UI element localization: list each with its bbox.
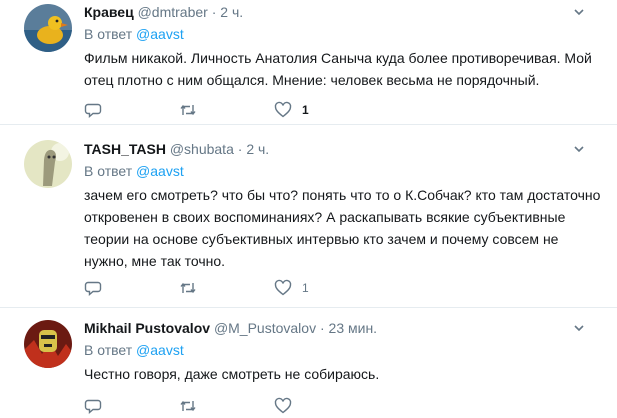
separator: · [237,141,243,157]
tweet: TASH_TASH @shubata · 2 ч. В ответ @aavst… [0,124,617,308]
reply-prefix: В ответ [84,163,133,179]
chevron-down-icon[interactable] [573,322,585,334]
separator: · [211,4,217,20]
timestamp[interactable]: 2 ч. [246,141,269,157]
tweet-header: TASH_TASH @shubata · 2 ч. [84,141,601,158]
chevron-down-icon[interactable] [573,143,585,155]
like-button[interactable] [274,396,369,416]
retweet-icon [180,104,196,116]
reply-button[interactable] [84,100,179,120]
avatar[interactable] [24,4,72,52]
tweet-header: Кравец @dmtraber · 2 ч. [84,4,601,21]
heart-icon [274,101,292,118]
retweet-icon [180,282,196,294]
reply-button[interactable] [84,396,179,416]
avatar[interactable] [24,320,72,368]
timestamp[interactable]: 23 мин. [329,320,378,336]
like-button[interactable]: 1 [274,278,369,298]
reply-button[interactable] [84,278,179,298]
heart-icon [274,279,292,296]
reply-context: В ответ @aavst [84,162,601,180]
author-name[interactable]: TASH_TASH [84,141,166,157]
like-button[interactable]: 1 [274,100,369,120]
author-name[interactable]: Mikhail Pustovalov [84,320,210,336]
like-count: 1 [302,281,309,295]
timestamp[interactable]: 2 ч. [220,4,243,20]
reply-icon [84,281,102,297]
author-handle[interactable]: @dmtraber [138,4,208,20]
reply-handle-link[interactable]: @aavst [136,163,184,179]
tweet-text: зачем его смотреть? что бы что? понять ч… [84,187,601,269]
reply-handle-link[interactable]: @aavst [136,342,184,358]
tweet: Кравец @dmtraber · 2 ч. В ответ @aavst Ф… [0,0,617,124]
reply-context: В ответ @aavst [84,341,601,359]
tweet-text: Честно говоря, даже смотреть не собираюс… [84,366,380,382]
retweet-button[interactable] [179,278,274,298]
chevron-down-icon[interactable] [573,6,585,18]
tweet-actions: 1 [84,278,369,298]
reply-prefix: В ответ [84,26,133,42]
reply-icon [84,399,102,415]
reply-handle-link[interactable]: @aavst [136,26,184,42]
reply-icon [84,103,102,119]
like-count: 1 [302,103,309,117]
tweet: Mikhail Pustovalov @M_Pustovalov · 23 ми… [0,307,617,418]
reply-prefix: В ответ [84,342,133,358]
author-handle[interactable]: @M_Pustovalov [214,320,316,336]
retweet-button[interactable] [179,396,274,416]
retweet-icon [180,400,196,412]
tweet-text: Фильм никакой. Личность Анатолия Саныча … [84,50,592,88]
heart-icon [274,397,292,414]
avatar[interactable] [24,140,72,188]
reply-context: В ответ @aavst [84,25,601,43]
author-name[interactable]: Кравец [84,4,134,20]
tweet-header: Mikhail Pustovalov @M_Pustovalov · 23 ми… [84,320,601,337]
tweet-actions: 1 [84,100,369,120]
retweet-button[interactable] [179,100,274,120]
tweet-actions [84,396,369,416]
author-handle[interactable]: @shubata [170,141,234,157]
separator: · [319,320,325,336]
